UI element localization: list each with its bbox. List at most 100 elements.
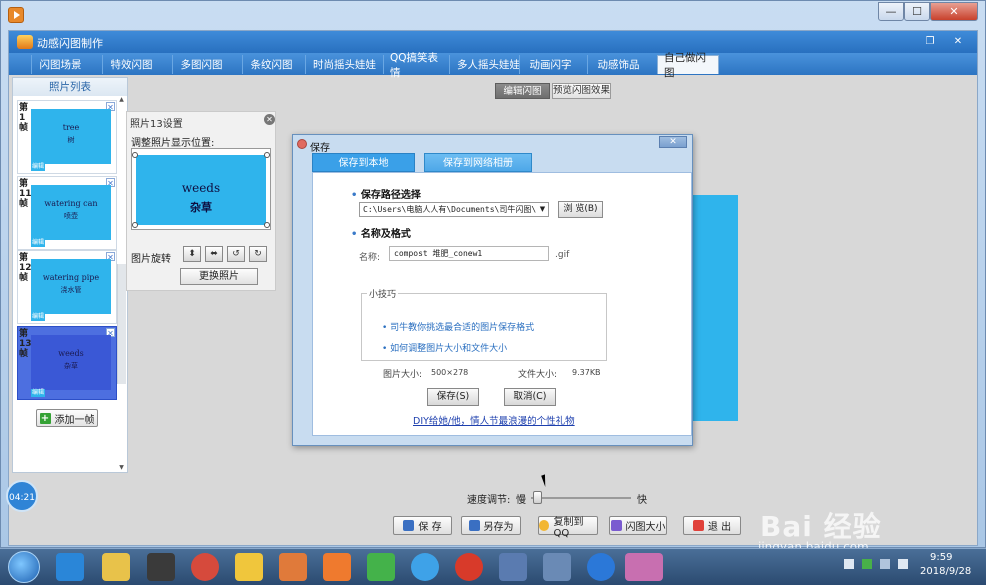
restore-icon[interactable]: ❐ — [921, 34, 939, 48]
resize-handle[interactable] — [132, 152, 138, 158]
flip-vertical-icon[interactable]: ⬍ — [183, 246, 201, 262]
tray-time[interactable]: 9:59 — [930, 552, 952, 563]
edit-mode-button[interactable]: 编辑闪图 — [495, 83, 550, 99]
frame-text-zh: 喷壶 — [64, 212, 78, 220]
frame-edit-button[interactable]: 编辑 — [31, 389, 45, 397]
speed-slider[interactable] — [531, 497, 631, 499]
tray-arrow-icon[interactable] — [844, 559, 854, 569]
tab-multi[interactable]: 多图闪图 — [172, 55, 230, 74]
game-icon[interactable] — [499, 553, 527, 581]
tab-animated-text[interactable]: 动画闪字 — [519, 55, 581, 74]
explorer-icon[interactable] — [102, 553, 130, 581]
qq-icon — [539, 520, 550, 531]
tab-bobblehead[interactable]: 时尚摇头娃娃 — [305, 55, 383, 74]
volume-icon[interactable] — [898, 559, 908, 569]
frame-item[interactable]: 第11帧 ✕ watering can 喷壶 编辑 — [17, 176, 117, 250]
media-icon[interactable] — [147, 553, 175, 581]
exit-button[interactable]: 退 出 — [683, 516, 741, 535]
chrome-icon[interactable] — [191, 553, 219, 581]
dropdown-arrow-icon[interactable]: ▼ — [537, 203, 548, 216]
preview-mode-button[interactable]: 预览闪图效果 — [552, 83, 611, 99]
save-path-select[interactable]: C:\Users\电脑人人有\Documents\司牛闪图\ — [359, 202, 549, 217]
resize-handle[interactable] — [132, 222, 138, 228]
tab-effects[interactable]: 特效闪图 — [102, 55, 160, 74]
network-tray-icon[interactable] — [880, 559, 890, 569]
frame-text-zh: 杂草 — [64, 362, 78, 370]
pinwheel-icon[interactable] — [367, 553, 395, 581]
start-button[interactable] — [8, 551, 40, 583]
frame-edit-button[interactable]: 编辑 — [31, 239, 45, 247]
scroll-up-icon[interactable]: ▲ — [117, 96, 126, 104]
dialog-title: 保存 — [310, 143, 330, 154]
rotate-left-icon[interactable]: ↺ — [227, 246, 245, 262]
tray-date[interactable]: 2018/9/28 — [920, 566, 971, 577]
frame-edit-button[interactable]: 编辑 — [31, 313, 45, 321]
dialog-save-button[interactable]: 保存(S) — [427, 388, 479, 406]
speed-fast-label: 快 — [637, 495, 647, 506]
flash-maker-icon[interactable] — [625, 553, 663, 581]
speed-slow-label: 慢 — [516, 495, 526, 506]
save-button[interactable]: 保 存 — [393, 516, 452, 535]
preview-text-en: weeds — [181, 181, 221, 195]
copy-to-qq-button[interactable]: 复制到QQ — [538, 516, 598, 539]
tab-qq-funny[interactable]: QQ搞笑表情 — [383, 52, 449, 79]
clock-bubble[interactable]: 04:21 — [6, 480, 38, 512]
app-close-icon[interactable]: ✕ — [949, 34, 967, 48]
maximize-button[interactable]: ☐ — [904, 2, 930, 21]
frame-thumbnail: watering can 喷壶 — [31, 185, 111, 240]
dialog-cancel-button[interactable]: 取消(C) — [504, 388, 556, 406]
add-frame-button[interactable]: + 添加一帧 — [36, 409, 98, 427]
video-player-icon[interactable] — [323, 553, 351, 581]
notes-icon[interactable] — [235, 553, 263, 581]
scroll-down-icon[interactable]: ▼ — [117, 464, 126, 472]
browse-button[interactable]: 浏 览(B) — [558, 201, 603, 218]
chess-icon[interactable] — [455, 553, 483, 581]
tab-save-local[interactable]: 保存到本地 — [312, 153, 415, 172]
tab-scene[interactable]: 闪图场景 — [31, 55, 89, 74]
tab-stripes[interactable]: 条纹闪图 — [242, 55, 300, 74]
minimize-button[interactable]: — — [878, 2, 904, 21]
tab-save-online[interactable]: 保存到网络相册 — [424, 153, 532, 172]
diy-promo-link[interactable]: DIY给她/他，情人节最浪漫的个性礼物 — [413, 413, 575, 427]
photo-settings-panel: 照片13设置 ✕ 调整照片显示位置: weeds 杂草 图片旋转 ⬍ ⬌ ↺ ↻… — [126, 111, 276, 291]
save-as-icon — [468, 520, 480, 531]
tip-link-size[interactable]: 如何调整图片大小和文件大小 — [382, 341, 507, 354]
rotate-right-icon[interactable]: ↻ — [249, 246, 267, 262]
image-size-label: 图片大小: — [383, 370, 423, 380]
exit-label: 退 出 — [707, 522, 732, 533]
tab-multi-bobblehead[interactable]: 多人摇头娃娃 — [449, 55, 527, 74]
ie-icon[interactable] — [56, 553, 84, 581]
frame-thumbnail: weeds 杂草 — [31, 335, 111, 390]
resize-handle[interactable] — [264, 152, 270, 158]
scrollbar[interactable] — [117, 264, 126, 384]
close-button[interactable]: ✕ — [930, 2, 978, 21]
resize-handle[interactable] — [264, 222, 270, 228]
tray-shield-icon[interactable] — [862, 559, 872, 569]
frame-text-en: weeds — [58, 349, 84, 358]
network-icon[interactable] — [543, 553, 571, 581]
flip-horizontal-icon[interactable]: ⬌ — [205, 246, 223, 262]
frame-item[interactable]: 第12帧 ✕ watering pipe 浇水管 编辑 — [17, 250, 117, 324]
photo-settings-title: 照片13设置 — [130, 119, 183, 130]
frame-item[interactable]: 第1帧 ✕ tree 树 编辑 — [17, 100, 117, 174]
dialog-close-button[interactable]: ✕ — [659, 136, 687, 148]
tab-accessories[interactable]: 动感饰品 — [587, 55, 649, 74]
tip-link-format[interactable]: 司牛教你挑选最合适的图片保存格式 — [382, 320, 534, 333]
position-preview[interactable]: weeds 杂草 — [131, 148, 271, 230]
browser-icon[interactable] — [411, 553, 439, 581]
file-name-input[interactable]: compost 堆肥_conew1 — [389, 246, 549, 261]
replace-photo-button[interactable]: 更换照片 — [180, 268, 258, 285]
position-label: 调整照片显示位置: — [131, 138, 215, 149]
tab-diy[interactable]: 自己做闪图 — [657, 52, 719, 79]
save-as-button[interactable]: 另存为 — [461, 516, 521, 535]
image-size-icon — [610, 520, 622, 531]
frame-edit-button[interactable]: 编辑 — [31, 163, 45, 171]
app-title: 动感闪图制作 — [37, 37, 103, 50]
paint-icon[interactable] — [279, 553, 307, 581]
close-icon[interactable]: ✕ — [264, 114, 275, 125]
speed-slider-thumb[interactable] — [532, 491, 542, 504]
sogou-icon[interactable] — [587, 553, 615, 581]
frame-thumbnail: watering pipe 浇水管 — [31, 259, 111, 314]
image-size-button[interactable]: 闪图大小 — [609, 516, 667, 535]
frame-item-selected[interactable]: 第13帧 ✕ weeds 杂草 编辑 — [17, 326, 117, 400]
